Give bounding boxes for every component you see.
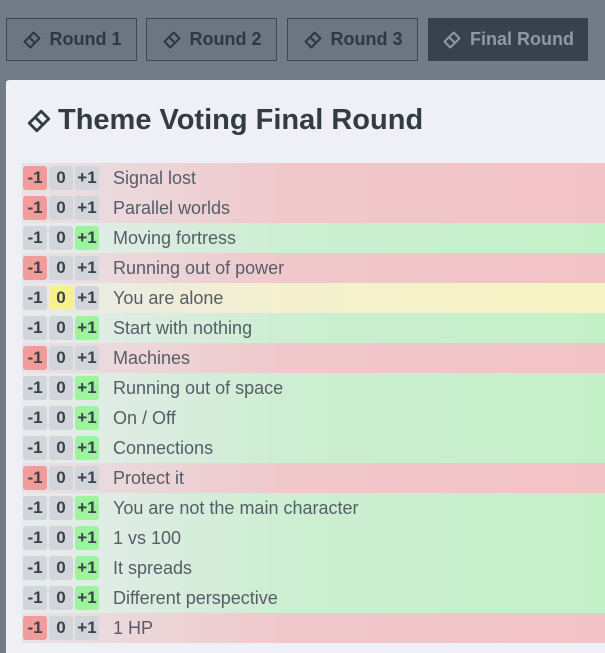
theme-row: -1 0 +1 It spreads xyxy=(22,553,605,583)
theme-row: -1 0 +1 Machines xyxy=(22,343,605,373)
vote-plus-one-button[interactable]: +1 xyxy=(75,526,99,550)
vote-zero-button[interactable]: 0 xyxy=(49,466,73,490)
theme-row: -1 0 +1 Connections xyxy=(22,433,605,463)
vote-minus-one-button[interactable]: -1 xyxy=(23,196,47,220)
theme-label: 1 vs 100 xyxy=(113,527,182,548)
vote-minus-one-button[interactable]: -1 xyxy=(23,556,47,580)
tab-label: Round 1 xyxy=(49,29,122,49)
tab-final-round[interactable]: Final Round xyxy=(428,18,588,61)
theme-row: -1 0 +1 1 vs 100 xyxy=(22,523,605,553)
ticket-icon xyxy=(26,108,52,134)
theme-row: -1 0 +1 Running out of space xyxy=(22,373,605,403)
vote-minus-one-button[interactable]: -1 xyxy=(23,346,47,370)
vote-minus-one-button[interactable]: -1 xyxy=(23,436,47,460)
vote-zero-button[interactable]: 0 xyxy=(49,256,73,280)
vote-minus-one-button[interactable]: -1 xyxy=(23,286,47,310)
vote-zero-button[interactable]: 0 xyxy=(49,316,73,340)
vote-zero-button[interactable]: 0 xyxy=(49,586,73,610)
vote-plus-one-button[interactable]: +1 xyxy=(75,436,99,460)
theme-label: Machines xyxy=(113,347,191,368)
vote-plus-one-button[interactable]: +1 xyxy=(75,376,99,400)
vote-zero-button[interactable]: 0 xyxy=(49,406,73,430)
theme-label: Moving fortress xyxy=(113,227,237,248)
page-title-text: Theme Voting Final Round xyxy=(58,104,424,136)
vote-plus-one-button[interactable]: +1 xyxy=(75,616,99,640)
vote-minus-one-button[interactable]: -1 xyxy=(23,226,47,250)
vote-zero-button[interactable]: 0 xyxy=(49,376,73,400)
vote-plus-one-button[interactable]: +1 xyxy=(75,196,99,220)
theme-row: -1 0 +1 Protect it xyxy=(22,463,605,493)
vote-plus-one-button[interactable]: +1 xyxy=(75,556,99,580)
vote-plus-one-button[interactable]: +1 xyxy=(75,166,99,190)
ticket-icon xyxy=(303,30,323,50)
theme-row: -1 0 +1 1 HP xyxy=(22,613,605,643)
vote-plus-one-button[interactable]: +1 xyxy=(75,586,99,610)
vote-minus-one-button[interactable]: -1 xyxy=(23,166,47,190)
vote-minus-one-button[interactable]: -1 xyxy=(23,406,47,430)
theme-label: You are not the main character xyxy=(113,497,359,518)
theme-label: Parallel worlds xyxy=(113,197,231,218)
ticket-icon xyxy=(442,30,462,50)
tab-round-3[interactable]: Round 3 xyxy=(287,18,418,61)
theme-row: -1 0 +1 Parallel worlds xyxy=(22,193,605,223)
vote-plus-one-button[interactable]: +1 xyxy=(75,286,99,310)
vote-minus-one-button[interactable]: -1 xyxy=(23,376,47,400)
vote-plus-one-button[interactable]: +1 xyxy=(75,496,99,520)
theme-row: -1 0 +1 Running out of power xyxy=(22,253,605,283)
round-tabs: Round 1 Round 2 Round 3 Final Round xyxy=(0,0,605,78)
theme-label: Running out of space xyxy=(113,377,284,398)
vote-zero-button[interactable]: 0 xyxy=(49,556,73,580)
theme-label: Connections xyxy=(113,437,214,458)
ticket-icon xyxy=(162,30,182,50)
theme-label: Signal lost xyxy=(113,167,197,188)
vote-plus-one-button[interactable]: +1 xyxy=(75,226,99,250)
theme-label: Start with nothing xyxy=(113,317,253,338)
tab-label: Final Round xyxy=(470,29,574,49)
vote-zero-button[interactable]: 0 xyxy=(49,616,73,640)
theme-row: -1 0 +1 Different perspective xyxy=(22,583,605,613)
theme-row: -1 0 +1 On / Off xyxy=(22,403,605,433)
theme-label: Different perspective xyxy=(113,587,278,608)
theme-label: On / Off xyxy=(113,407,176,428)
theme-label: It spreads xyxy=(113,557,193,578)
vote-minus-one-button[interactable]: -1 xyxy=(23,526,47,550)
vote-zero-button[interactable]: 0 xyxy=(49,346,73,370)
page-title: Theme Voting Final Round xyxy=(26,104,423,137)
vote-plus-one-button[interactable]: +1 xyxy=(75,316,99,340)
vote-zero-button[interactable]: 0 xyxy=(49,286,73,310)
theme-row: -1 0 +1 Signal lost xyxy=(22,163,605,193)
theme-row: -1 0 +1 Start with nothing xyxy=(22,313,605,343)
theme-list: -1 0 +1 Signal lost -1 0 +1 Parallel worlds -1 0 +… xyxy=(22,163,605,643)
vote-minus-one-button[interactable]: -1 xyxy=(23,586,47,610)
vote-zero-button[interactable]: 0 xyxy=(49,196,73,220)
vote-minus-one-button[interactable]: -1 xyxy=(23,316,47,340)
vote-zero-button[interactable]: 0 xyxy=(49,436,73,460)
vote-plus-one-button[interactable]: +1 xyxy=(75,466,99,490)
tab-label: Round 3 xyxy=(330,29,403,49)
theme-label: Protect it xyxy=(113,467,185,488)
vote-zero-button[interactable]: 0 xyxy=(49,226,73,250)
vote-plus-one-button[interactable]: +1 xyxy=(75,406,99,430)
theme-label: You are alone xyxy=(113,287,224,308)
vote-minus-one-button[interactable]: -1 xyxy=(23,616,47,640)
vote-plus-one-button[interactable]: +1 xyxy=(75,346,99,370)
tab-round-1[interactable]: Round 1 xyxy=(6,18,137,61)
voting-panel: Theme Voting Final Round -1 0 +1 Signal los… xyxy=(6,80,605,653)
vote-zero-button[interactable]: 0 xyxy=(49,496,73,520)
theme-label: Running out of power xyxy=(113,257,285,278)
vote-minus-one-button[interactable]: -1 xyxy=(23,466,47,490)
tab-label: Round 2 xyxy=(189,29,262,49)
vote-zero-button[interactable]: 0 xyxy=(49,166,73,190)
vote-plus-one-button[interactable]: +1 xyxy=(75,256,99,280)
theme-row: -1 0 +1 You are alone xyxy=(22,283,605,313)
theme-row: -1 0 +1 You are not the main character xyxy=(22,493,605,523)
theme-row: -1 0 +1 Moving fortress xyxy=(22,223,605,253)
ticket-icon xyxy=(22,30,42,50)
vote-minus-one-button[interactable]: -1 xyxy=(23,496,47,520)
vote-zero-button[interactable]: 0 xyxy=(49,526,73,550)
theme-label: 1 HP xyxy=(113,617,154,638)
vote-minus-one-button[interactable]: -1 xyxy=(23,256,47,280)
tab-round-2[interactable]: Round 2 xyxy=(146,18,277,61)
